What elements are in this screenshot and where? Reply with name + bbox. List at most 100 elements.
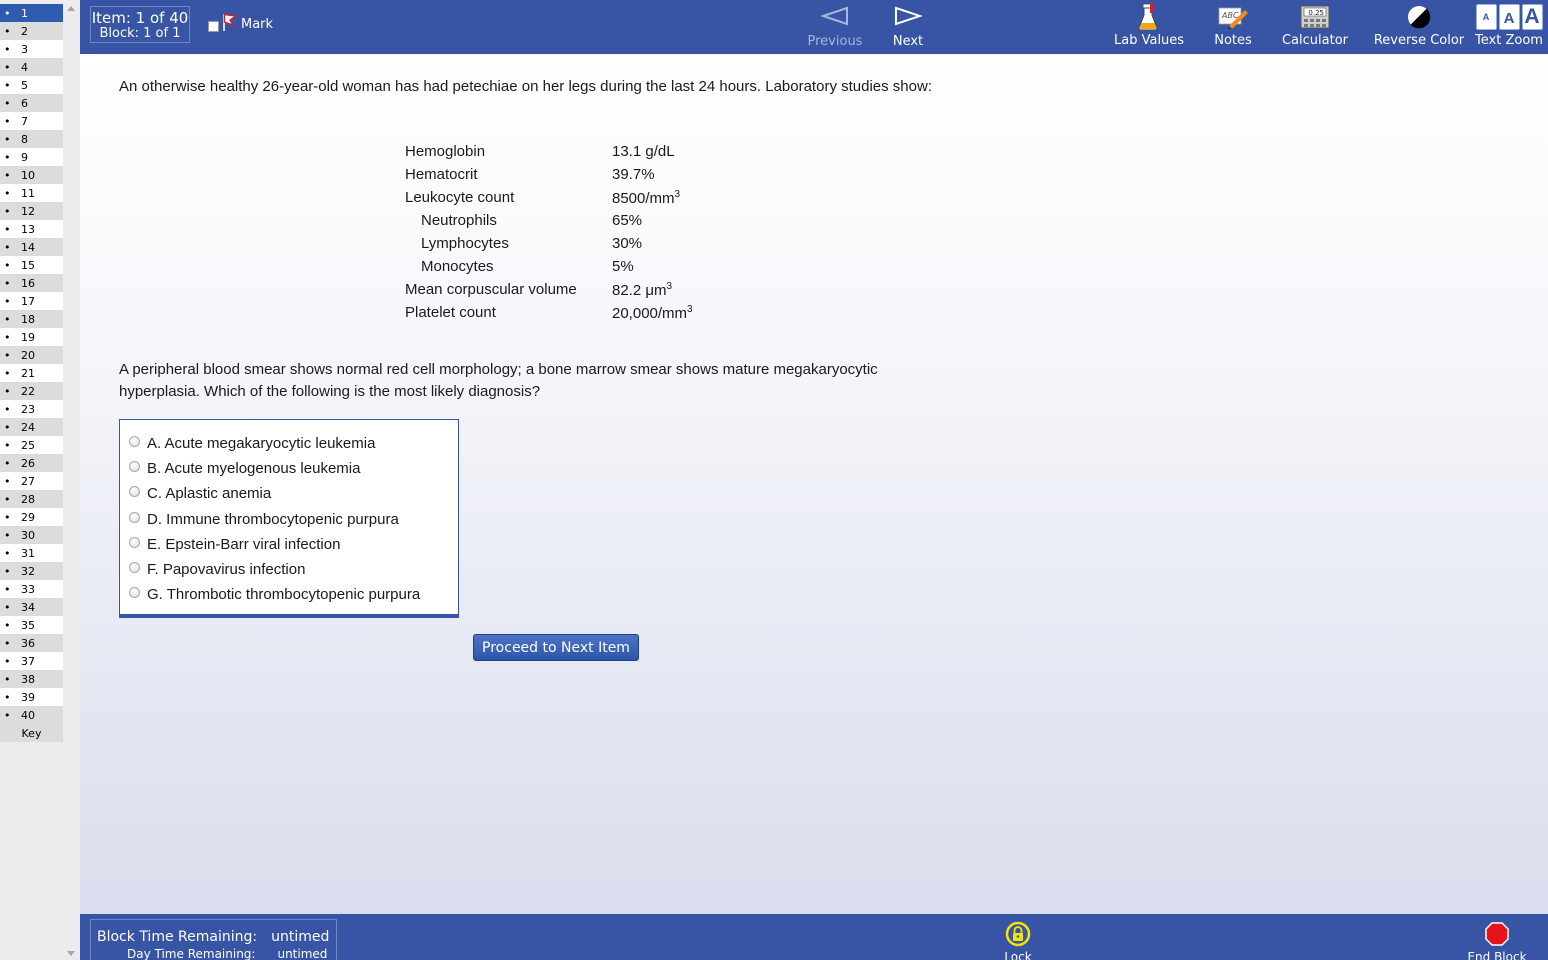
sidebar-item-20[interactable]: • 20 (0, 346, 63, 364)
sidebar-key[interactable]: Key (0, 724, 63, 742)
lab-name: Hematocrit (405, 166, 478, 183)
sidebar-item-7[interactable]: • 7 (0, 112, 63, 130)
sidebar-item-36[interactable]: • 36 (0, 634, 63, 652)
radio-button[interactable] (129, 511, 140, 523)
sidebar-item-18[interactable]: • 18 (0, 310, 63, 328)
sidebar-item-37[interactable]: • 37 (0, 652, 63, 670)
end-block-button[interactable]: End Block (1464, 921, 1530, 960)
lab-unit-exponent: 3 (666, 280, 673, 292)
sidebar-item-8[interactable]: • 8 (0, 130, 63, 148)
mark-checkbox[interactable] (208, 20, 219, 32)
item-list: • 1 • 2 • 3 • 4 • 5 • 6 • 7 • 8 • 9 • 10 • 11 • 12 • 13 • 14 • 15 • 16 •… (0, 4, 63, 742)
bullet-icon: • (4, 168, 11, 182)
sidebar-item-39[interactable]: • 39 (0, 688, 63, 706)
sidebar-item-6[interactable]: • 6 (0, 94, 63, 112)
sidebar-item-28[interactable]: • 28 (0, 490, 63, 508)
sidebar-item-19[interactable]: • 19 (0, 328, 63, 346)
text-zoom-button[interactable]: A A A Text Zoom (1474, 4, 1544, 48)
sidebar-item-16[interactable]: • 16 (0, 274, 63, 292)
bullet-icon: • (4, 312, 11, 326)
sidebar-item-12[interactable]: • 12 (0, 202, 63, 220)
lab-name: Platelet count (405, 304, 496, 321)
sidebar-item-9[interactable]: • 9 (0, 148, 63, 166)
sidebar-item-22[interactable]: • 22 (0, 382, 63, 400)
radio-button[interactable] (129, 536, 140, 548)
radio-button[interactable] (129, 587, 140, 599)
sidebar-item-26[interactable]: • 26 (0, 454, 63, 472)
radio-button[interactable] (129, 461, 140, 473)
stop-sign-icon (1464, 921, 1530, 947)
answer-option[interactable]: C. Aplastic anemia (120, 481, 458, 506)
sidebar-item-3[interactable]: • 3 (0, 40, 63, 58)
sidebar-item-23[interactable]: • 23 (0, 400, 63, 418)
sidebar-item-4[interactable]: • 4 (0, 58, 63, 76)
sidebar-item-14[interactable]: • 14 (0, 238, 63, 256)
radio-button[interactable] (129, 436, 140, 448)
lab-unit-exponent: 3 (674, 188, 681, 200)
sidebar-item-5[interactable]: • 5 (0, 76, 63, 94)
mark-button[interactable]: Mark (208, 12, 273, 36)
sidebar-item-number: 16 (21, 276, 35, 290)
lab-values-button[interactable]: Lab Values (1114, 3, 1184, 48)
lab-name: Neutrophils (421, 212, 497, 229)
sidebar-item-35[interactable]: • 35 (0, 616, 63, 634)
lock-button[interactable]: Lock (1000, 921, 1036, 960)
sidebar-item-13[interactable]: • 13 (0, 220, 63, 238)
sidebar-item-17[interactable]: • 17 (0, 292, 63, 310)
sidebar-item-25[interactable]: • 25 (0, 436, 63, 454)
sidebar-item-29[interactable]: • 29 (0, 508, 63, 526)
sidebar-item-33[interactable]: • 33 (0, 580, 63, 598)
sidebar-item-number: 22 (21, 384, 35, 398)
calculator-button[interactable]: 0.25 Calculator (1280, 5, 1350, 48)
sidebar-item-1[interactable]: • 1 (0, 4, 63, 22)
bullet-icon: • (4, 456, 11, 470)
radio-button[interactable] (129, 562, 140, 574)
bullet-icon: • (4, 438, 11, 452)
sidebar-item-number: 11 (21, 186, 35, 200)
sidebar-item-number: 9 (21, 150, 28, 164)
scroll-up-arrow-icon[interactable] (67, 6, 75, 11)
bullet-icon: • (4, 294, 11, 308)
answer-option[interactable]: D. Immune thrombocytopenic purpura (120, 507, 458, 532)
question-stem: An otherwise healthy 26-year-old woman h… (119, 78, 932, 95)
reverse-color-icon (1372, 5, 1466, 29)
answer-option[interactable]: F. Papovavirus infection (120, 557, 458, 582)
sidebar-item-24[interactable]: • 24 (0, 418, 63, 436)
proceed-to-next-item-button[interactable]: Proceed to Next Item (473, 634, 639, 661)
sidebar-item-15[interactable]: • 15 (0, 256, 63, 274)
lab-name: Monocytes (421, 258, 494, 275)
lab-value: 13.1 g/dL (612, 143, 675, 160)
bullet-icon: • (4, 366, 11, 380)
sidebar-item-30[interactable]: • 30 (0, 526, 63, 544)
sidebar-scrollbar[interactable] (63, 0, 80, 960)
bullet-icon: • (4, 690, 11, 704)
reverse-color-button[interactable]: Reverse Color (1372, 5, 1466, 48)
answer-option[interactable]: E. Epstein-Barr viral infection (120, 532, 458, 557)
sidebar-item-32[interactable]: • 32 (0, 562, 63, 580)
sidebar-item-number: 1 (21, 6, 28, 20)
scroll-down-arrow-icon[interactable] (67, 951, 75, 956)
sidebar-item-31[interactable]: • 31 (0, 544, 63, 562)
notes-button[interactable]: ABC Notes (1208, 5, 1258, 48)
sidebar-item-2[interactable]: • 2 (0, 22, 63, 40)
sidebar-item-40[interactable]: • 40 (0, 706, 63, 724)
lab-results-table: Hemoglobin 13.1 g/dL Hematocrit 39.7% Leukoc… (405, 140, 693, 324)
zoom-small-icon: A (1475, 4, 1497, 30)
lab-name: Leukocyte count (405, 189, 515, 206)
time-remaining-box: Block Time Remaining: untimed Day Time R… (90, 919, 337, 960)
sidebar-item-38[interactable]: • 38 (0, 670, 63, 688)
answer-option[interactable]: B. Acute myelogenous leukemia (120, 456, 458, 481)
answer-option[interactable]: A. Acute megakaryocytic leukemia (120, 431, 458, 456)
lab-row: Lymphocytes 30% (405, 232, 693, 255)
sidebar-item-27[interactable]: • 27 (0, 472, 63, 490)
sidebar-item-21[interactable]: • 21 (0, 364, 63, 382)
sidebar-item-10[interactable]: • 10 (0, 166, 63, 184)
radio-button[interactable] (129, 486, 140, 498)
sidebar-item-34[interactable]: • 34 (0, 598, 63, 616)
sidebar-item-11[interactable]: • 11 (0, 184, 63, 202)
next-button[interactable]: Next (876, 6, 940, 49)
sidebar-item-number: 33 (21, 582, 35, 596)
lab-unit-exponent: 3 (687, 303, 693, 315)
answer-option[interactable]: G. Thrombotic thrombocytopenic purpura (120, 582, 458, 607)
previous-button[interactable]: Previous (803, 6, 867, 49)
